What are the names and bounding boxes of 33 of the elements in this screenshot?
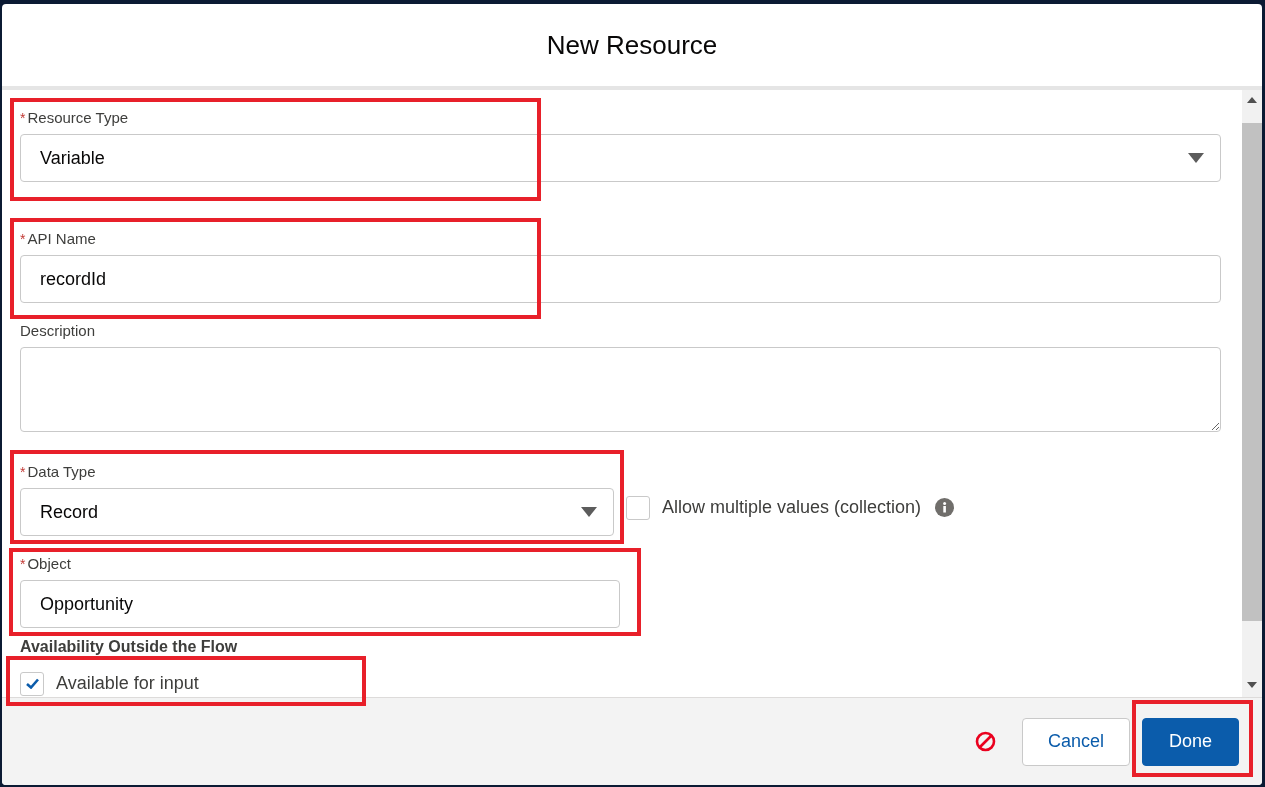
checkbox[interactable] [626,495,650,520]
dropdown-caret-icon[interactable] [581,507,597,517]
field-label: Resource Type [27,108,129,128]
checkbox-label: Allow multiple values (collection) [662,496,922,519]
scrollbar[interactable] [1242,90,1262,697]
error-icon[interactable] [974,731,996,752]
section-heading: Availability Outside the Flow [20,637,239,657]
info-icon[interactable] [935,498,955,517]
required-icon: * [20,229,26,249]
combobox[interactable]: Variable [20,134,1221,182]
combobox[interactable]: Record [20,488,614,536]
checkbox[interactable] [20,671,44,696]
dialog-title: New Resource [546,28,718,62]
required-icon: * [20,462,26,482]
field-label: Description [20,321,97,341]
input-field[interactable]: recordId [20,255,1221,303]
object-field[interactable]: Opportunity [20,580,620,628]
checkbox-label: Available for input [56,672,199,695]
required-icon: * [20,554,26,574]
cancel-button[interactable]: Cancel [1021,717,1130,766]
field-label: Data Type [27,462,96,482]
combobox-value: Record [40,500,100,524]
checkmark-icon [25,678,39,689]
field-label: Object [27,554,71,574]
done-button[interactable]: Done [1141,717,1239,766]
scroll-down-icon[interactable] [1247,682,1257,689]
description-field[interactable] [20,347,1221,432]
required-icon: * [20,108,26,128]
scroll-up-icon[interactable] [1247,96,1257,103]
scrollbar-thumb[interactable] [1242,123,1262,621]
combobox-value: Variable [40,146,106,170]
dropdown-caret-icon[interactable] [1188,153,1204,163]
field-label: API Name [27,229,96,249]
